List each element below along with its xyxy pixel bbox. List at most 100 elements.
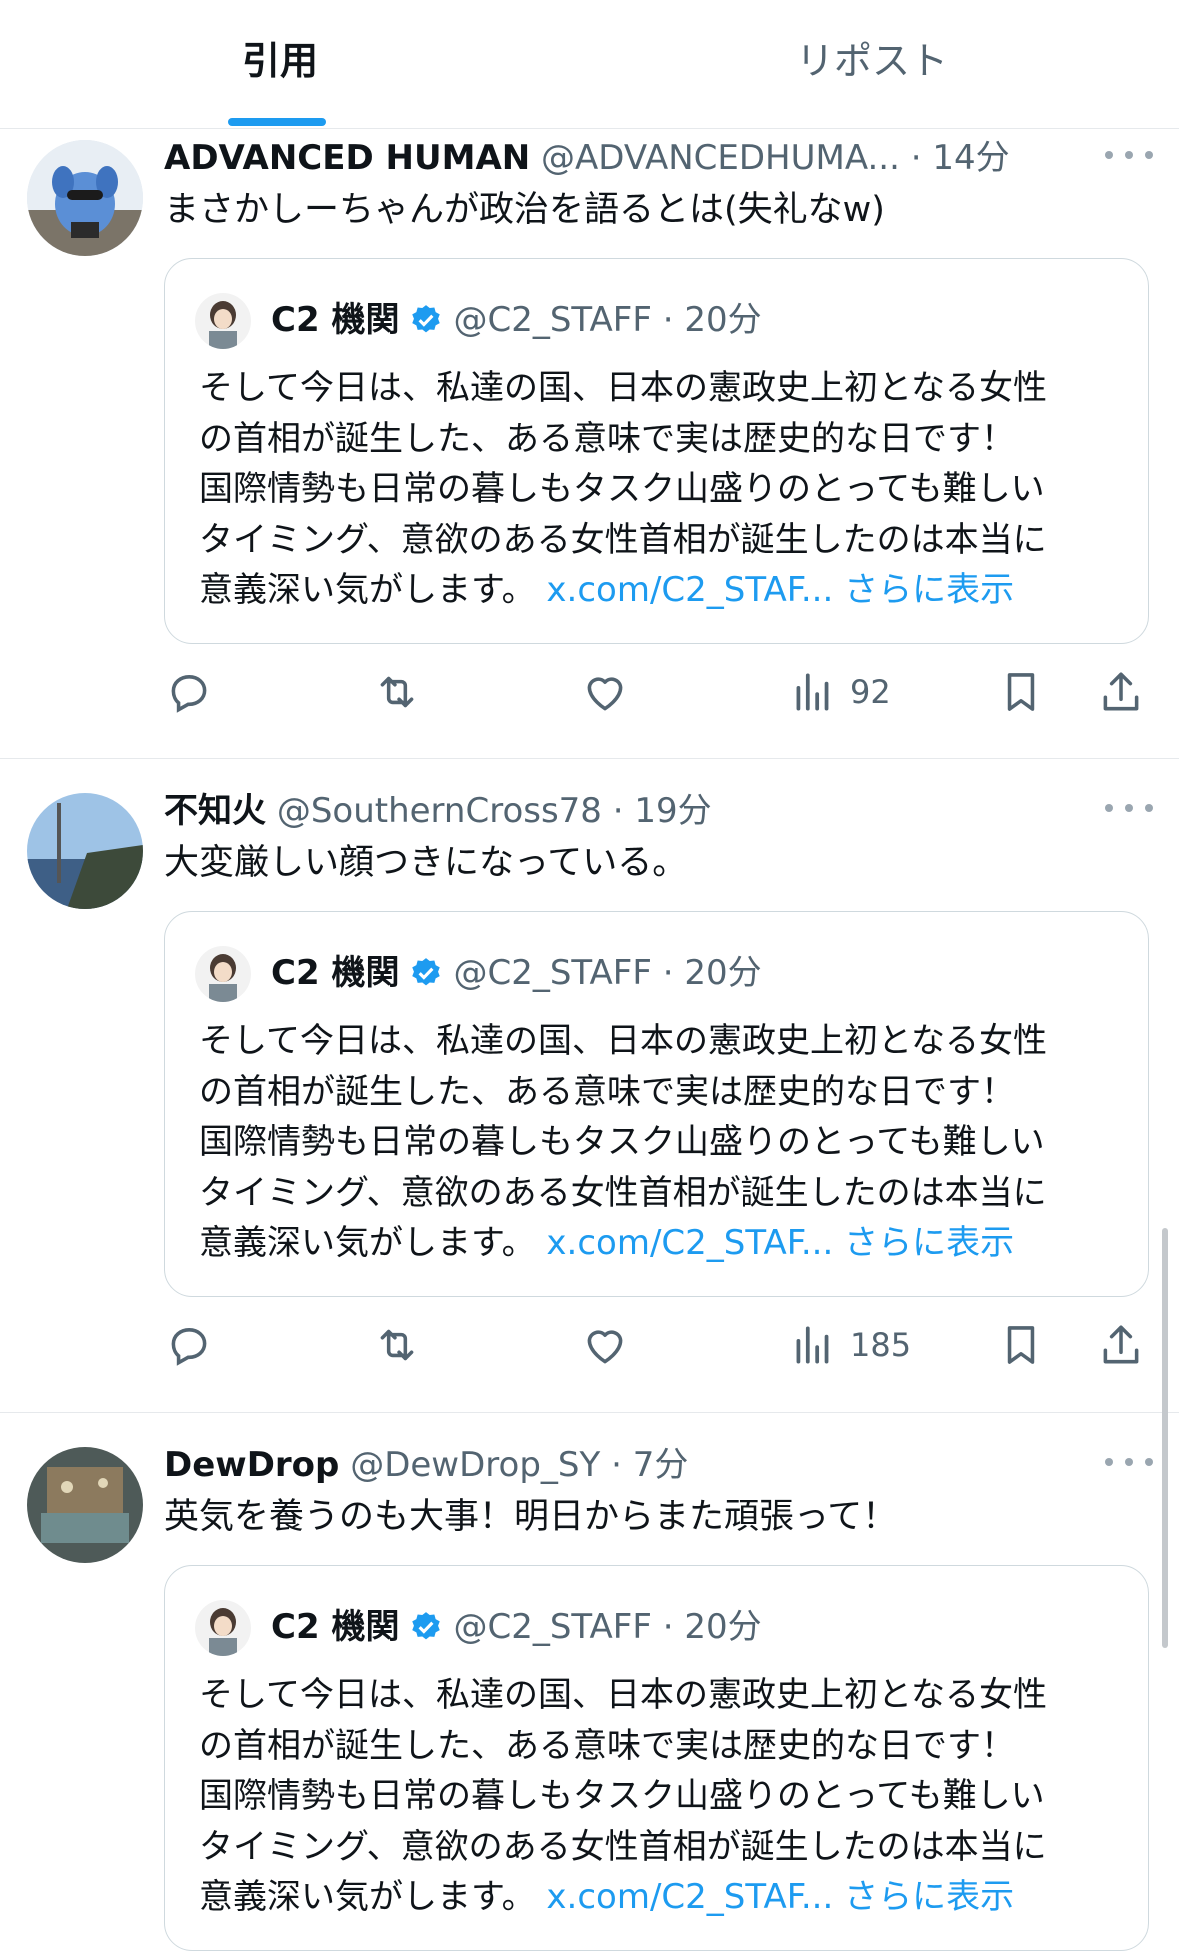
quoted-line: タイミング、意欲のある女性首相が誕生したのは本当に: [199, 1172, 1047, 1213]
quoted-handle: @C2_STAFF: [453, 1607, 652, 1647]
share-button[interactable]: [1096, 666, 1146, 718]
more-icon[interactable]: [1105, 1447, 1153, 1477]
quoted-line: の首相が誕生した、ある意味で実は歴史的な日です！: [199, 1725, 1015, 1766]
quoted-time: 20分: [684, 300, 762, 340]
author-handle[interactable]: @ADVANCEDHUMA...: [541, 138, 900, 178]
share-button[interactable]: [1096, 1319, 1146, 1371]
tab-reposts[interactable]: リポスト: [796, 38, 948, 84]
tab-quotes[interactable]: 引用: [242, 38, 318, 84]
post[interactable]: ADVANCED HUMAN @ADVANCEDHUMA... · 14分 まさ…: [0, 130, 1179, 759]
quoted-link[interactable]: x.com/C2_STAF...: [546, 1223, 833, 1263]
quoted-line: の首相が誕生した、ある意味で実は歴史的な日です！: [199, 1071, 1015, 1112]
like-button[interactable]: [580, 666, 630, 718]
dot-separator: ·: [612, 791, 624, 831]
quoted-header: C2 機関 @C2_STAFF · 20分: [271, 950, 762, 996]
quoted-header: C2 機関 @C2_STAFF · 20分: [271, 1604, 762, 1650]
post-header: 不知火 @SouthernCross78 · 19分: [164, 789, 712, 833]
quoted-handle: @C2_STAFF: [453, 300, 652, 340]
author-handle[interactable]: @SouthernCross78: [277, 791, 602, 831]
post-text: まさかしーちゃんが政治を語るとは(失礼なw): [164, 190, 885, 230]
avatar[interactable]: [27, 140, 143, 256]
author-name[interactable]: ADVANCED HUMAN: [164, 138, 530, 178]
quoted-line: そして今日は、私達の国、日本の憲政史上初となる女性: [199, 1021, 1047, 1061]
quoted-avatar: [195, 293, 251, 349]
views-count: 185: [850, 1326, 912, 1364]
post-text: 英気を養うのも大事！明日からまた頑張って！: [164, 1497, 898, 1537]
verified-badge-icon: [412, 305, 441, 333]
quoted-author-name: C2 機関: [271, 300, 400, 340]
quoted-text: そして今日は、私達の国、日本の憲政史上初となる女性 の首相が誕生した、ある意味で…: [199, 1670, 1129, 1923]
dot-separator: ·: [611, 1445, 622, 1485]
author-name[interactable]: 不知火: [164, 791, 266, 831]
like-icon: [587, 1330, 623, 1364]
quoted-last-line: 意義深い気がします。 x.com/C2_STAF... さらに表示: [199, 1872, 1129, 1923]
show-more-link[interactable]: さらに表示: [844, 570, 1014, 610]
quoted-line: 意義深い気がします。: [199, 570, 536, 610]
views-icon: [796, 1326, 829, 1364]
verified-badge-icon: [412, 958, 441, 986]
bookmark-icon: [1007, 1326, 1035, 1364]
quoted-post[interactable]: C2 機関 @C2_STAFF · 20分 そして今日は、私達の国、日本の憲政史…: [164, 258, 1149, 644]
quoted-header: C2 機関 @C2_STAFF · 20分: [271, 297, 762, 343]
bookmark-button[interactable]: [996, 1319, 1046, 1371]
repost-button[interactable]: [372, 666, 422, 718]
like-button[interactable]: [580, 1319, 630, 1371]
share-icon: [1103, 1325, 1139, 1364]
quoted-time: 20分: [684, 953, 762, 993]
repost-button[interactable]: [372, 1319, 422, 1371]
quoted-post[interactable]: C2 機関 @C2_STAFF · 20分 そして今日は、私達の国、日本の憲政史…: [164, 1565, 1149, 1951]
tab-bar: 引用 リポスト: [0, 0, 1179, 129]
action-bar: 92: [164, 666, 1144, 718]
show-more-link[interactable]: さらに表示: [844, 1877, 1014, 1917]
dot-separator: ·: [651, 953, 685, 993]
views-button[interactable]: 92: [788, 666, 891, 718]
author-name[interactable]: DewDrop: [164, 1445, 339, 1485]
more-icon[interactable]: [1105, 793, 1153, 823]
views-button[interactable]: 185: [788, 1319, 911, 1371]
quoted-link[interactable]: x.com/C2_STAF...: [546, 570, 833, 610]
post[interactable]: DewDrop @DewDrop_SY · 7分 英気を養うのも大事！明日からま…: [0, 1437, 1179, 1958]
repost-icon: [380, 676, 414, 708]
reply-button[interactable]: [164, 666, 214, 718]
quoted-line: そして今日は、私達の国、日本の憲政史上初となる女性: [199, 1675, 1047, 1715]
quoted-line: 国際情勢も日常の暮しもタスク山盛りのとっても難しい: [199, 1776, 1045, 1816]
avatar[interactable]: [27, 1447, 143, 1563]
post-text: 大変厳しい顔つきになっている。: [164, 843, 688, 883]
like-icon: [587, 677, 623, 711]
views-icon: [796, 673, 829, 711]
bookmark-button[interactable]: [996, 666, 1046, 718]
quoted-text: そして今日は、私達の国、日本の憲政史上初となる女性 の首相が誕生した、ある意味で…: [199, 363, 1129, 616]
scrollbar[interactable]: [1162, 1228, 1168, 1648]
quoted-avatar: [195, 1600, 251, 1656]
quoted-time: 20分: [684, 1607, 762, 1647]
quoted-line: 国際情勢も日常の暮しもタスク山盛りのとっても難しい: [199, 1122, 1045, 1162]
repost-icon: [380, 1329, 414, 1361]
quoted-line: 意義深い気がします。: [199, 1877, 536, 1917]
post-time[interactable]: 14分: [932, 138, 1009, 178]
dot-separator: ·: [651, 300, 685, 340]
quoted-line: 国際情勢も日常の暮しもタスク山盛りのとっても難しい: [199, 469, 1045, 509]
quoted-line: タイミング、意欲のある女性首相が誕生したのは本当に: [199, 1826, 1047, 1867]
post-time[interactable]: 7分: [633, 1445, 689, 1485]
bookmark-icon: [1007, 673, 1035, 711]
post[interactable]: 不知火 @SouthernCross78 · 19分 大変厳しい顔つきになってい…: [0, 783, 1179, 1413]
reply-button[interactable]: [164, 1319, 214, 1371]
post-header: ADVANCED HUMAN @ADVANCEDHUMA... · 14分: [164, 136, 1010, 180]
post-time[interactable]: 19分: [634, 791, 711, 831]
dot-separator: ·: [651, 1607, 685, 1647]
more-icon[interactable]: [1105, 140, 1153, 170]
quoted-post[interactable]: C2 機関 @C2_STAFF · 20分 そして今日は、私達の国、日本の憲政史…: [164, 911, 1149, 1297]
quoted-handle: @C2_STAFF: [453, 953, 652, 993]
author-handle[interactable]: @DewDrop_SY: [350, 1445, 600, 1485]
quoted-avatar: [195, 946, 251, 1002]
quoted-line: そして今日は、私達の国、日本の憲政史上初となる女性: [199, 368, 1047, 408]
reply-icon: [171, 675, 207, 713]
show-more-link[interactable]: さらに表示: [844, 1223, 1014, 1263]
views-count: 92: [850, 673, 891, 711]
avatar[interactable]: [27, 793, 143, 909]
reply-icon: [171, 1328, 207, 1366]
quoted-link[interactable]: x.com/C2_STAF...: [546, 1877, 833, 1917]
quoted-text: そして今日は、私達の国、日本の憲政史上初となる女性 の首相が誕生した、ある意味で…: [199, 1016, 1129, 1269]
tab-active-indicator: [228, 118, 326, 126]
share-icon: [1103, 672, 1139, 711]
